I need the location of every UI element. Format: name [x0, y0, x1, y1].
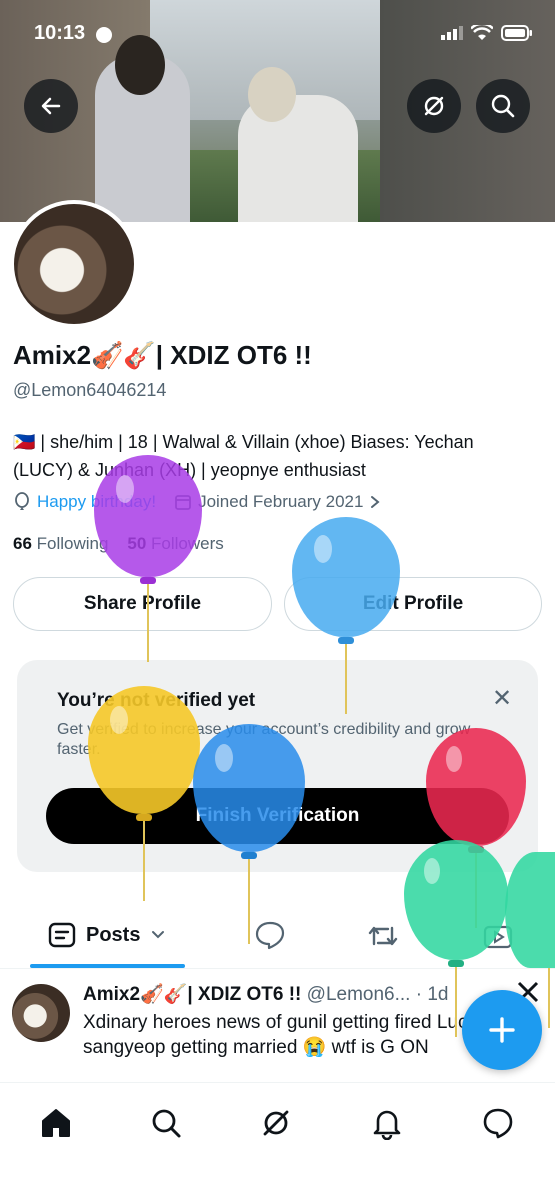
back-arrow-icon [41, 97, 61, 115]
wifi-icon [471, 25, 493, 40]
status-time: 10:13 [34, 22, 86, 44]
tab-active-indicator [30, 964, 185, 968]
profile-avatar[interactable] [10, 200, 138, 328]
tweet-text: Xdinary heroes news of gunil getting fir… [83, 1012, 477, 1058]
tab-reposts[interactable] [366, 922, 400, 955]
messages-icon [483, 1108, 513, 1139]
close-icon[interactable]: ✕ [492, 684, 512, 713]
plus-icon [489, 1017, 515, 1043]
tab-replies[interactable] [254, 920, 286, 955]
chevron-right-icon[interactable] [369, 495, 381, 509]
status-icons [441, 25, 533, 41]
search-button[interactable] [476, 79, 530, 133]
repost-icon [368, 926, 398, 946]
grok-icon [263, 1110, 289, 1136]
home-icon [42, 1109, 70, 1137]
tweet-author-name: Amix2🎻🎸| XDIZ OT6 !! [83, 984, 302, 1005]
nav-grok[interactable] [256, 1103, 296, 1143]
reply-icon [255, 921, 285, 950]
posts-icon [48, 922, 76, 948]
compose-button[interactable] [462, 990, 542, 1070]
status-indicator [96, 27, 112, 43]
chevron-down-icon [152, 931, 165, 939]
search-icon [491, 94, 515, 118]
battery-icon [501, 25, 532, 41]
back-button[interactable] [24, 79, 78, 133]
following-count: 66 [13, 534, 32, 553]
nav-search[interactable] [146, 1103, 186, 1143]
profile-name: Amix2🎻🎸| XDIZ OT6 !! [13, 340, 312, 370]
notifications-icon [373, 1110, 401, 1140]
tweet-handle-time: @Lemon6... · 1d [306, 984, 449, 1005]
search-icon [152, 1109, 181, 1138]
tweet-header: Amix2🎻🎸| XDIZ OT6 !! @Lemon6... · 1d [83, 982, 448, 1006]
tab-posts-label: Posts [86, 923, 141, 946]
tab-posts[interactable]: Posts [48, 922, 166, 948]
birthday-balloon-icon [15, 492, 29, 510]
following-link[interactable]: 66 Following [13, 534, 108, 553]
share-profile-button[interactable]: Share Profile [13, 577, 272, 631]
profile-bio: 🇵🇭 | she/him | 18 | Walwal & Villain (xh… [13, 432, 474, 480]
signal-icon [441, 26, 463, 40]
nav-notifications[interactable] [367, 1103, 407, 1143]
tweet-avatar[interactable] [12, 984, 70, 1042]
nav-home[interactable] [36, 1103, 76, 1143]
nav-messages[interactable] [478, 1103, 518, 1143]
bottom-navigation [0, 1082, 555, 1201]
joined-date: Joined February 2021 [198, 492, 364, 511]
grok-button[interactable] [407, 79, 461, 133]
profile-handle: @Lemon64046214 [13, 380, 167, 400]
grok-icon [424, 96, 444, 116]
